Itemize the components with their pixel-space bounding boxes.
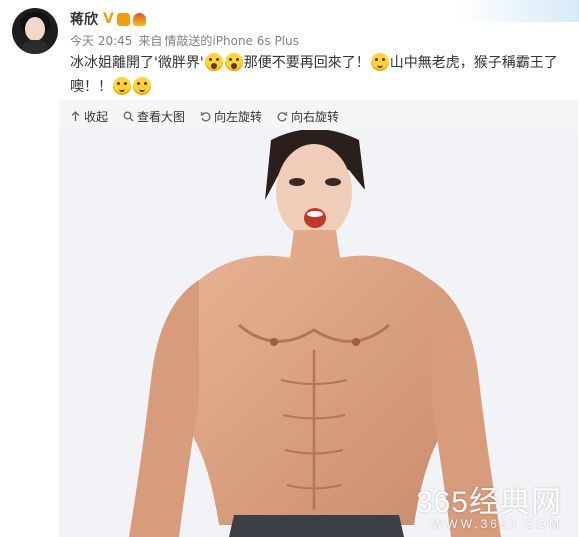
media-toolbar: 收起 查看大图 向左旋转 向右旋转 — [69, 108, 339, 125]
rotate-left-button[interactable]: 向左旋转 — [199, 108, 262, 125]
source-prefix: 来自 — [138, 34, 163, 48]
rotate-right-button[interactable]: 向右旋转 — [276, 108, 339, 125]
post-text-part2: 那便不要再回來了！ — [243, 55, 370, 71]
magnifier-icon — [122, 111, 134, 123]
rotate-left-icon — [199, 111, 211, 123]
medal-icon[interactable] — [132, 12, 146, 26]
view-large-button[interactable]: 查看大图 — [122, 108, 185, 125]
view-large-label: 查看大图 — [137, 110, 186, 124]
post-meta: 今天 20:45 来自 情敲送的iPhone 6s Plus — [70, 32, 299, 49]
watermark-title: 365经典网 — [415, 486, 562, 519]
corner-decoration — [459, 0, 579, 22]
rotate-right-icon — [276, 111, 288, 123]
shocked-emoji-icon — [204, 53, 223, 71]
weibo-post: 蒋欣 V 今天 20:45 来自 情敲送的iPhone 6s Plus 冰冰姐離… — [0, 0, 579, 537]
post-text-part1: 冰冰姐離開了'微胖界' — [70, 55, 204, 71]
post-photo[interactable]: 365经典网 WWW.365J.COM — [59, 129, 578, 537]
photo-illustration — [59, 129, 578, 537]
post-source[interactable]: 情敲送的iPhone 6s Plus — [164, 32, 298, 49]
avatar[interactable] — [12, 8, 58, 54]
post-text: 冰冰姐離開了'微胖界' 那便不要再回來了！ 山中無老虎，猴子稱霸王了噢！！ — [70, 51, 570, 99]
collapse-button[interactable]: 收起 — [69, 108, 108, 125]
author-row: 蒋欣 V — [70, 9, 146, 29]
smile-emoji-icon — [133, 77, 151, 95]
verified-badge-icon: V — [103, 11, 114, 27]
post-time[interactable]: 今天 20:45 — [70, 32, 132, 49]
arrow-up-icon — [69, 111, 81, 123]
rotate-left-label: 向左旋转 — [214, 110, 263, 124]
media-panel: 收起 查看大图 向左旋转 向右旋转 365经典网 WWW.365J.COM — [59, 100, 578, 537]
rotate-right-label: 向右旋转 — [291, 110, 340, 124]
collapse-label: 收起 — [84, 110, 109, 124]
smile-emoji-icon — [370, 53, 389, 71]
shocked-emoji-icon — [224, 53, 243, 71]
watermark-url: WWW.365J.COM — [431, 517, 562, 531]
watermark: 365经典网 WWW.365J.COM — [416, 477, 562, 531]
author-name[interactable]: 蒋欣 — [70, 9, 98, 29]
vip-crown-icon — [116, 12, 130, 26]
smile-emoji-icon — [113, 77, 131, 95]
